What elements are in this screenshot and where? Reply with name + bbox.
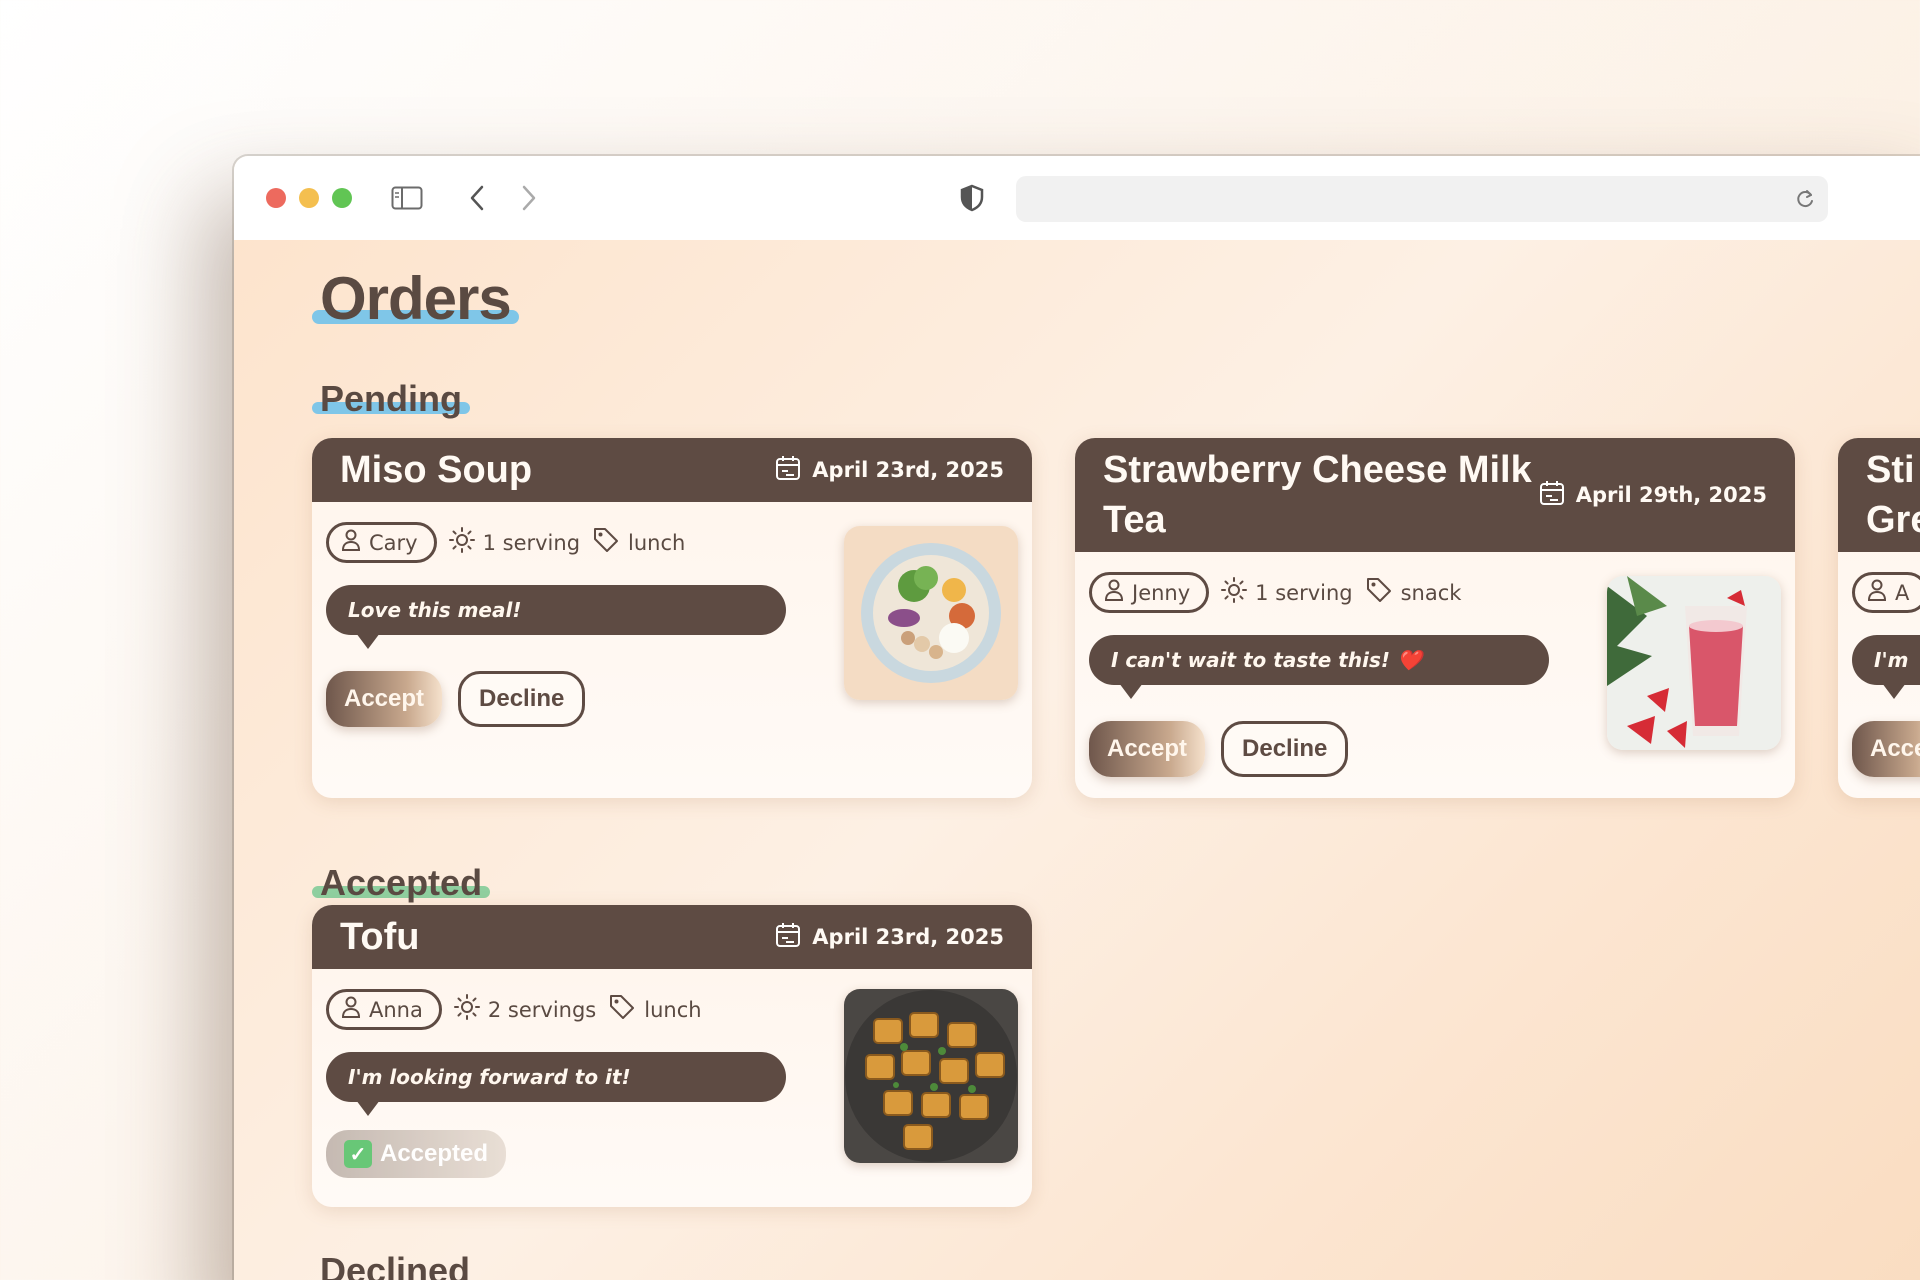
order-note: I'm looking forward to it! — [326, 1052, 786, 1116]
card-header: Miso Soup April 23rd, 2025 — [312, 438, 1032, 502]
category: lunch — [592, 526, 685, 559]
card-header: Tofu April 23rd, 2025 — [312, 905, 1032, 969]
section-title-declined: Declined — [320, 1250, 471, 1280]
tag-icon — [592, 526, 620, 559]
page-title: Orders — [312, 264, 519, 333]
sun-icon — [453, 994, 480, 1025]
section-title-pending: Pending — [312, 378, 470, 420]
card-body: Cary 1 serving lunch Love this meal! Acc… — [312, 502, 1032, 747]
order-date: April 23rd, 2025 — [774, 454, 1004, 487]
accept-button[interactable]: Acce — [1852, 721, 1920, 777]
card-body: Anna 2 servings lunch I'm looking forwar… — [312, 969, 1032, 1198]
maximize-window-button[interactable] — [332, 188, 352, 208]
sidebar-toggle-icon[interactable] — [389, 180, 425, 216]
servings: 1 serving — [1221, 577, 1353, 608]
order-name: Strawberry Cheese Milk Tea — [1103, 449, 1532, 541]
category: lunch — [608, 993, 702, 1026]
calendar-icon — [1538, 479, 1566, 512]
decline-button[interactable]: Decline — [1221, 721, 1349, 777]
page-content: Orders Pending Miso Soup April 23rd, 202… — [234, 240, 1920, 1280]
food-photo-tofu — [844, 989, 1018, 1163]
order-name: Tofu — [340, 916, 420, 958]
card-body: A I'm Acce — [1838, 552, 1920, 797]
category: snack — [1365, 576, 1461, 609]
section-title-accepted: Accepted — [312, 862, 491, 904]
food-photo-miso-soup — [844, 526, 1018, 700]
address-bar[interactable] — [1016, 176, 1828, 222]
calendar-icon — [774, 921, 802, 954]
browser-toolbar — [234, 156, 1920, 240]
order-actions: Acce — [1852, 721, 1920, 777]
order-card: Strawberry Cheese Milk Tea April 29th, 2… — [1075, 438, 1795, 798]
close-window-button[interactable] — [266, 188, 286, 208]
tag-icon — [1365, 576, 1393, 609]
back-icon[interactable] — [459, 180, 495, 216]
card-body: Jenny 1 serving snack I can't wait to ta… — [1075, 552, 1795, 797]
order-card: Tofu April 23rd, 2025 Anna 2 servings lu… — [312, 905, 1032, 1207]
order-card: Sti Gre A I'm Acce — [1838, 438, 1920, 798]
user-icon — [341, 529, 361, 556]
calendar-icon — [774, 454, 802, 487]
tag-icon — [608, 993, 636, 1026]
servings: 1 serving — [448, 527, 580, 558]
reload-icon[interactable] — [1794, 188, 1816, 214]
user-chip[interactable]: Anna — [326, 989, 442, 1030]
user-icon — [1104, 579, 1124, 606]
order-date: April 23rd, 2025 — [774, 921, 1004, 954]
order-meta: A — [1852, 572, 1920, 613]
user-icon — [1867, 579, 1887, 606]
card-header: Sti Gre — [1838, 438, 1920, 552]
check-icon: ✓ — [344, 1140, 372, 1168]
order-name: Miso Soup — [340, 449, 533, 491]
servings: 2 servings — [453, 994, 596, 1025]
order-note: I'm — [1852, 635, 1920, 699]
order-name: Sti Gre — [1866, 449, 1920, 541]
forward-icon[interactable] — [511, 180, 547, 216]
order-date: April 29th, 2025 — [1538, 479, 1767, 512]
decline-button[interactable]: Decline — [458, 671, 586, 727]
sun-icon — [1221, 577, 1248, 608]
browser-window: Orders Pending Miso Soup April 23rd, 202… — [234, 156, 1920, 1280]
shield-icon[interactable] — [954, 180, 990, 216]
food-photo-milk-tea — [1607, 576, 1781, 750]
sun-icon — [448, 527, 475, 558]
accept-button[interactable]: Accept — [1089, 721, 1206, 777]
minimize-window-button[interactable] — [299, 188, 319, 208]
order-card: Miso Soup April 23rd, 2025 Cary 1 servin… — [312, 438, 1032, 798]
user-icon — [341, 996, 361, 1023]
user-chip[interactable]: A — [1852, 572, 1920, 613]
user-chip[interactable]: Cary — [326, 522, 437, 563]
card-header: Strawberry Cheese Milk Tea April 29th, 2… — [1075, 438, 1795, 552]
user-chip[interactable]: Jenny — [1089, 572, 1210, 613]
accepted-status-badge: ✓ Accepted — [326, 1130, 507, 1178]
accept-button[interactable]: Accept — [326, 671, 443, 727]
order-note: Love this meal! — [326, 585, 786, 649]
order-note: I can't wait to taste this! ❤️ — [1089, 635, 1549, 699]
